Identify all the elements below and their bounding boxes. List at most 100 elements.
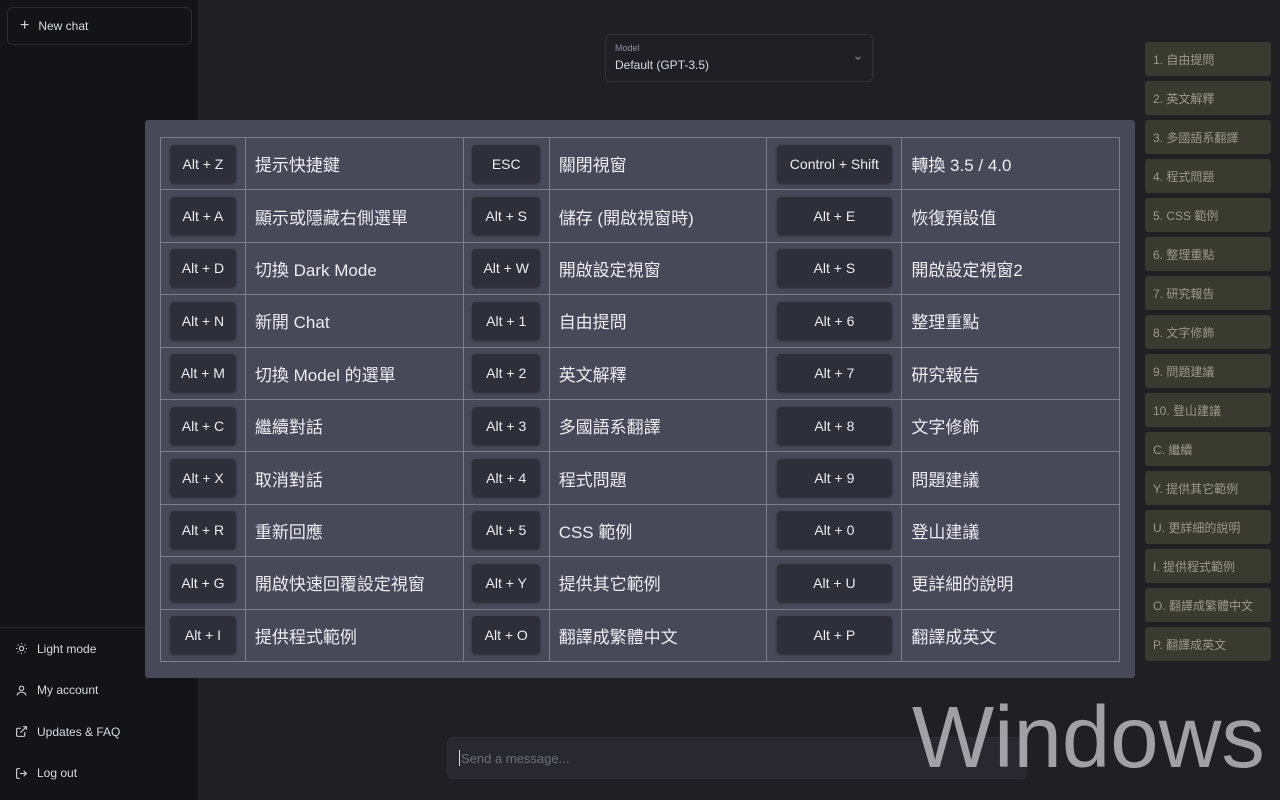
shortcut-description: 重新回應 [244, 503, 464, 558]
shortcut-key-cell: Alt + P [766, 608, 903, 662]
shortcut-description: 繼續對話 [244, 398, 464, 453]
shortcut-description: 程式問題 [548, 451, 768, 505]
quick-prompt-item[interactable]: 7. 研究報告 [1145, 276, 1271, 310]
shortcut-description: 更詳細的說明 [901, 556, 1120, 610]
shortcut-key: Alt + 6 [776, 301, 892, 340]
shortcut-key-cell: Alt + Y [462, 556, 550, 610]
shortcut-key-cell: Alt + 6 [766, 294, 903, 348]
quick-prompt-item[interactable]: I. 提供程式範例 [1145, 549, 1271, 583]
shortcut-key: Control + Shift [776, 144, 892, 183]
quick-prompt-item[interactable]: U. 更詳細的說明 [1145, 510, 1271, 544]
shortcut-key: Alt + 2 [472, 354, 541, 393]
shortcut-description: 提示快捷鍵 [244, 136, 464, 191]
shortcut-description: 研究報告 [901, 346, 1120, 400]
shortcut-row: Alt + D 切換 Dark Mode Alt + W 開啟設定視窗 Alt + S開… [160, 241, 1120, 296]
shortcut-key-cell: Alt + 7 [766, 346, 903, 400]
shortcut-key-cell: Alt + 0 [766, 503, 903, 558]
shortcut-description: 儲存 (開啟視窗時) [548, 189, 768, 243]
shortcut-key-cell: Alt + G [160, 556, 246, 610]
shortcut-key-cell: Alt + M [160, 346, 246, 400]
shortcut-key: Alt + 3 [472, 406, 541, 445]
quick-prompt-item[interactable]: C. 繼續 [1145, 432, 1271, 466]
shortcut-key-cell: Alt + 2 [462, 346, 550, 400]
shortcut-description: 英文解釋 [548, 346, 768, 400]
shortcut-description: 關閉視窗 [548, 136, 768, 191]
shortcut-key: Alt + G [169, 563, 236, 602]
shortcut-description: 整理重點 [901, 294, 1120, 348]
shortcut-row: Alt + N 新開 Chat Alt + 1 自由提問 Alt + 6 整理重點 [160, 294, 1120, 348]
log-out-button[interactable]: Log out [0, 753, 198, 795]
model-selector[interactable]: Model Default (GPT-3.5) [605, 34, 873, 82]
shortcut-key: Alt + R [169, 511, 236, 550]
updates-faq-link[interactable]: Updates & FAQ [0, 711, 198, 753]
shortcut-key: Alt + I [169, 616, 236, 655]
shortcut-table: Alt + Z 提示快捷鍵 ESC 關閉視窗 Control + Shift 轉換 3.5… [160, 136, 1120, 662]
quick-prompt-item[interactable]: 6. 整理重點 [1145, 237, 1271, 271]
new-chat-label: New chat [38, 19, 89, 33]
shortcut-key-cell: Alt + R [160, 503, 246, 558]
shortcut-key-cell: Alt + D [160, 241, 246, 296]
quick-prompt-item[interactable]: 1. 自由提問 [1145, 42, 1271, 76]
quick-prompt-item[interactable]: 4. 程式問題 [1145, 159, 1271, 193]
shortcut-key-cell: Alt + 8 [766, 398, 903, 453]
shortcut-key: Alt + 9 [776, 459, 892, 498]
shortcut-row: Alt + I 提供程式範例 Alt + O 翻譯成繁體中文 Alt + P 翻譯成英文 [160, 608, 1120, 662]
shortcut-key-cell: Alt + Z [160, 136, 246, 191]
shortcut-key-cell: Alt + 9 [766, 451, 903, 505]
shortcut-key: Alt + 0 [776, 511, 892, 550]
shortcut-row: Alt + G 開啟快速回覆設定視窗 Alt + Y 提供其它範例 Alt + U 更詳細… [160, 556, 1120, 610]
shortcut-description: 顯示或隱藏右側選單 [244, 189, 464, 243]
shortcut-description: 多國語系翻譯 [548, 398, 768, 453]
shortcut-key: Alt + C [169, 406, 236, 445]
sun-icon [16, 643, 27, 655]
shortcut-key-cell: Control + Shift [766, 136, 903, 191]
quick-prompt-item[interactable]: 10. 登山建議 [1145, 393, 1271, 427]
shortcut-key: Alt + 5 [472, 511, 541, 550]
shortcut-description: 文字修飾 [901, 398, 1120, 453]
shortcut-key: Alt + W [472, 249, 541, 288]
shortcut-key-cell: Alt + 1 [462, 294, 550, 348]
shortcut-key: Alt + P [776, 616, 892, 655]
new-chat-button[interactable]: + New chat [7, 7, 192, 45]
shortcut-description: 提供程式範例 [244, 608, 464, 662]
shortcut-key-cell: Alt + U [766, 556, 903, 610]
quick-prompt-item[interactable]: 9. 問題建議 [1145, 354, 1271, 388]
shortcut-description: 翻譯成繁體中文 [548, 608, 768, 662]
quick-prompt-item[interactable]: 5. CSS 範例 [1145, 198, 1271, 232]
shortcut-description: 登山建議 [901, 503, 1120, 558]
chevron-down-icon [855, 56, 861, 60]
quick-prompt-item[interactable]: 8. 文字修飾 [1145, 315, 1271, 349]
shortcut-key-cell: Alt + S [766, 241, 903, 296]
shortcut-key: Alt + 1 [472, 301, 541, 340]
shortcut-description: 新開 Chat [244, 294, 464, 348]
quick-prompt-item[interactable]: 2. 英文解釋 [1145, 81, 1271, 115]
model-value: Default (GPT-3.5) [615, 58, 710, 72]
shortcut-key-cell: Alt + 3 [462, 398, 550, 453]
shortcut-key: Alt + S [472, 197, 541, 236]
quick-prompt-item[interactable]: O. 翻譯成繁體中文 [1145, 588, 1271, 622]
plus-icon: + [20, 17, 30, 34]
shortcut-description: 切換 Dark Mode [244, 241, 464, 296]
shortcut-description: CSS 範例 [548, 503, 768, 558]
shortcut-key: Alt + Z [169, 144, 236, 183]
quick-prompt-item[interactable]: P. 翻譯成英文 [1145, 627, 1271, 661]
shortcut-key-cell: Alt + N [160, 294, 246, 348]
shortcut-row: Alt + A 顯示或隱藏右側選單 Alt + S 儲存 (開啟視窗時) Alt + E… [160, 189, 1120, 243]
shortcut-key-cell: Alt + 5 [462, 503, 550, 558]
shortcut-key-cell: Alt + O [462, 608, 550, 662]
quick-prompt-item[interactable]: Y. 提供其它範例 [1145, 471, 1271, 505]
logout-icon [16, 767, 28, 779]
shortcut-key-cell: Alt + E [766, 189, 903, 243]
my-account-label: My account [37, 683, 99, 698]
windows-watermark: Windows [912, 689, 1265, 786]
shortcut-description: 取消對話 [244, 451, 464, 505]
quick-prompt-item[interactable]: 3. 多國語系翻譯 [1145, 120, 1271, 154]
shortcut-key: Alt + O [472, 616, 541, 655]
shortcut-key-cell: Alt + X [160, 451, 246, 505]
shortcut-key-cell: ESC [462, 136, 550, 191]
shortcut-key: Alt + Y [472, 563, 541, 602]
shortcut-key: Alt + D [169, 249, 236, 288]
shortcut-description: 開啟快速回覆設定視窗 [244, 556, 464, 610]
shortcut-key: Alt + N [169, 301, 236, 340]
shortcut-key: Alt + S [776, 249, 892, 288]
